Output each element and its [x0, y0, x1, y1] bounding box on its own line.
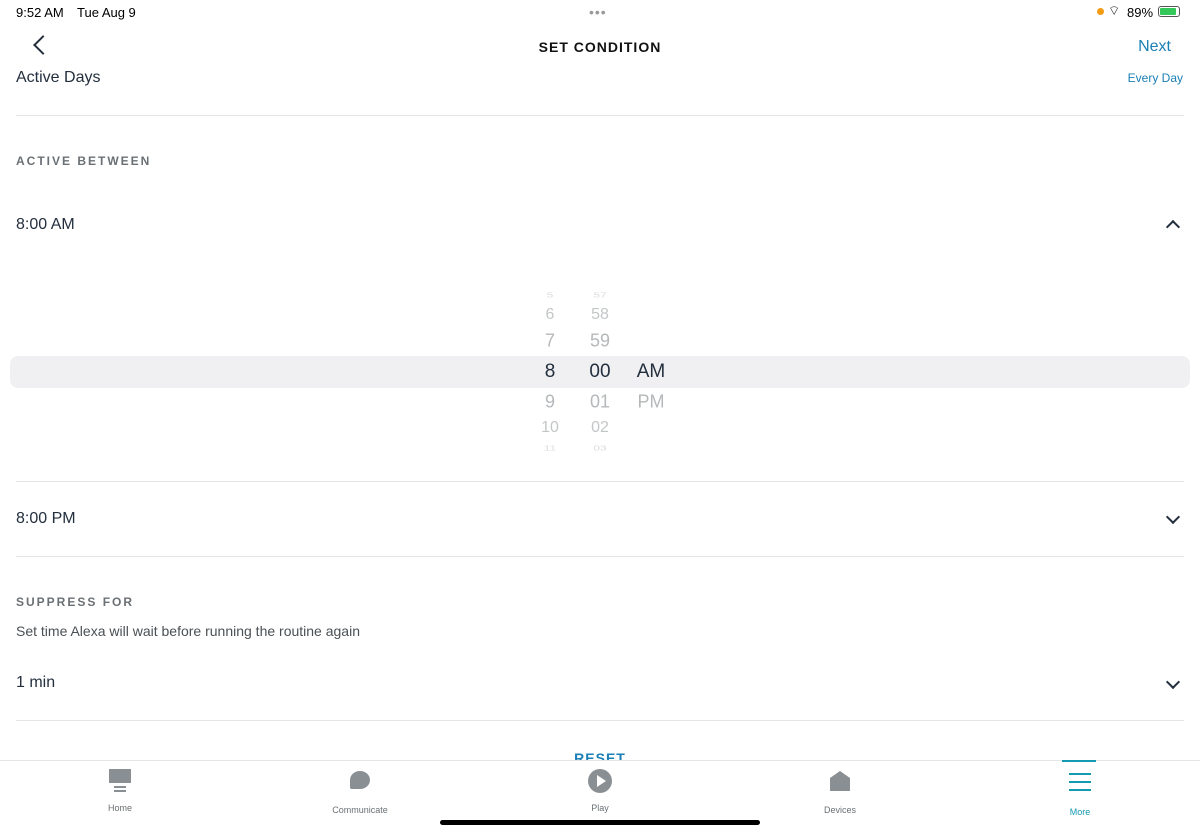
tab-label: More	[1069, 807, 1091, 817]
picker-minute-option[interactable]: 03	[575, 444, 625, 452]
tab-devices[interactable]: Devices	[780, 769, 900, 815]
picker-minute-option[interactable]: 59	[575, 331, 625, 352]
status-time: 9:52 AM	[16, 5, 64, 20]
battery-icon	[1158, 6, 1180, 17]
picker-hour-option[interactable]: 9	[525, 392, 575, 413]
play-icon	[588, 769, 612, 793]
tab-label: Communicate	[332, 805, 388, 815]
divider	[16, 556, 1184, 557]
battery-percent: 89%	[1127, 5, 1154, 20]
tab-more[interactable]: More	[1020, 760, 1140, 817]
picker-hour-option[interactable]: 11	[525, 444, 575, 452]
active-days-label: Active Days	[16, 69, 101, 86]
divider	[16, 720, 1184, 721]
active-tab-indicator	[1062, 760, 1096, 762]
picker-hour-option[interactable]: 8	[525, 361, 575, 383]
wifi-icon: ⌔	[1108, 3, 1121, 18]
privacy-indicator-icon	[1097, 8, 1104, 15]
picker-minute-option[interactable]: 00	[575, 361, 625, 383]
picker-period-option[interactable]: AM	[626, 361, 676, 383]
picker-hour-option[interactable]: 5	[525, 291, 575, 299]
tab-communicate[interactable]: Communicate	[300, 769, 420, 815]
divider	[16, 115, 1184, 116]
devices-icon	[828, 771, 852, 795]
suppress-value-row[interactable]: 1 min	[16, 674, 55, 692]
picker-hour-option[interactable]: 10	[525, 419, 575, 437]
picker-period-option[interactable]: PM	[626, 392, 676, 413]
next-button[interactable]: Next	[1138, 38, 1171, 56]
divider	[16, 481, 1184, 482]
chevron-down-icon[interactable]	[1165, 674, 1181, 690]
end-time-row[interactable]: 8:00 PM	[16, 510, 76, 528]
page-title: SET CONDITION	[538, 39, 662, 55]
start-time-row[interactable]: 8:00 AM	[16, 216, 75, 234]
picker-minute-option[interactable]: 02	[575, 419, 625, 437]
multitasking-dots-icon[interactable]: •••	[589, 4, 607, 20]
tab-play[interactable]: Play	[540, 769, 660, 813]
picker-minute-option[interactable]: 58	[575, 306, 625, 324]
chevron-down-icon[interactable]	[1165, 509, 1181, 525]
communicate-icon	[348, 771, 372, 795]
home-indicator[interactable]	[440, 820, 760, 825]
home-icon	[108, 769, 132, 793]
tab-home[interactable]: Home	[60, 769, 180, 813]
tab-label: Play	[591, 803, 609, 813]
picker-hour-option[interactable]: 7	[525, 331, 575, 352]
status-date: Tue Aug 9	[77, 5, 136, 20]
more-icon	[1068, 773, 1092, 797]
tab-label: Home	[107, 803, 132, 813]
tab-label: Devices	[823, 805, 856, 815]
active-between-heading: ACTIVE BETWEEN	[16, 154, 152, 168]
chevron-up-icon[interactable]	[1165, 219, 1181, 235]
picker-minute-option[interactable]: 57	[575, 291, 625, 299]
picker-hour-option[interactable]: 6	[525, 306, 575, 324]
tab-bar: Home Communicate Play Devices More	[0, 760, 1200, 833]
picker-minute-option[interactable]: 01	[575, 392, 625, 413]
active-days-value[interactable]: Every Day	[1128, 71, 1183, 85]
suppress-for-heading: SUPPRESS FOR	[16, 595, 135, 609]
suppress-description: Set time Alexa will wait before running …	[16, 623, 360, 639]
